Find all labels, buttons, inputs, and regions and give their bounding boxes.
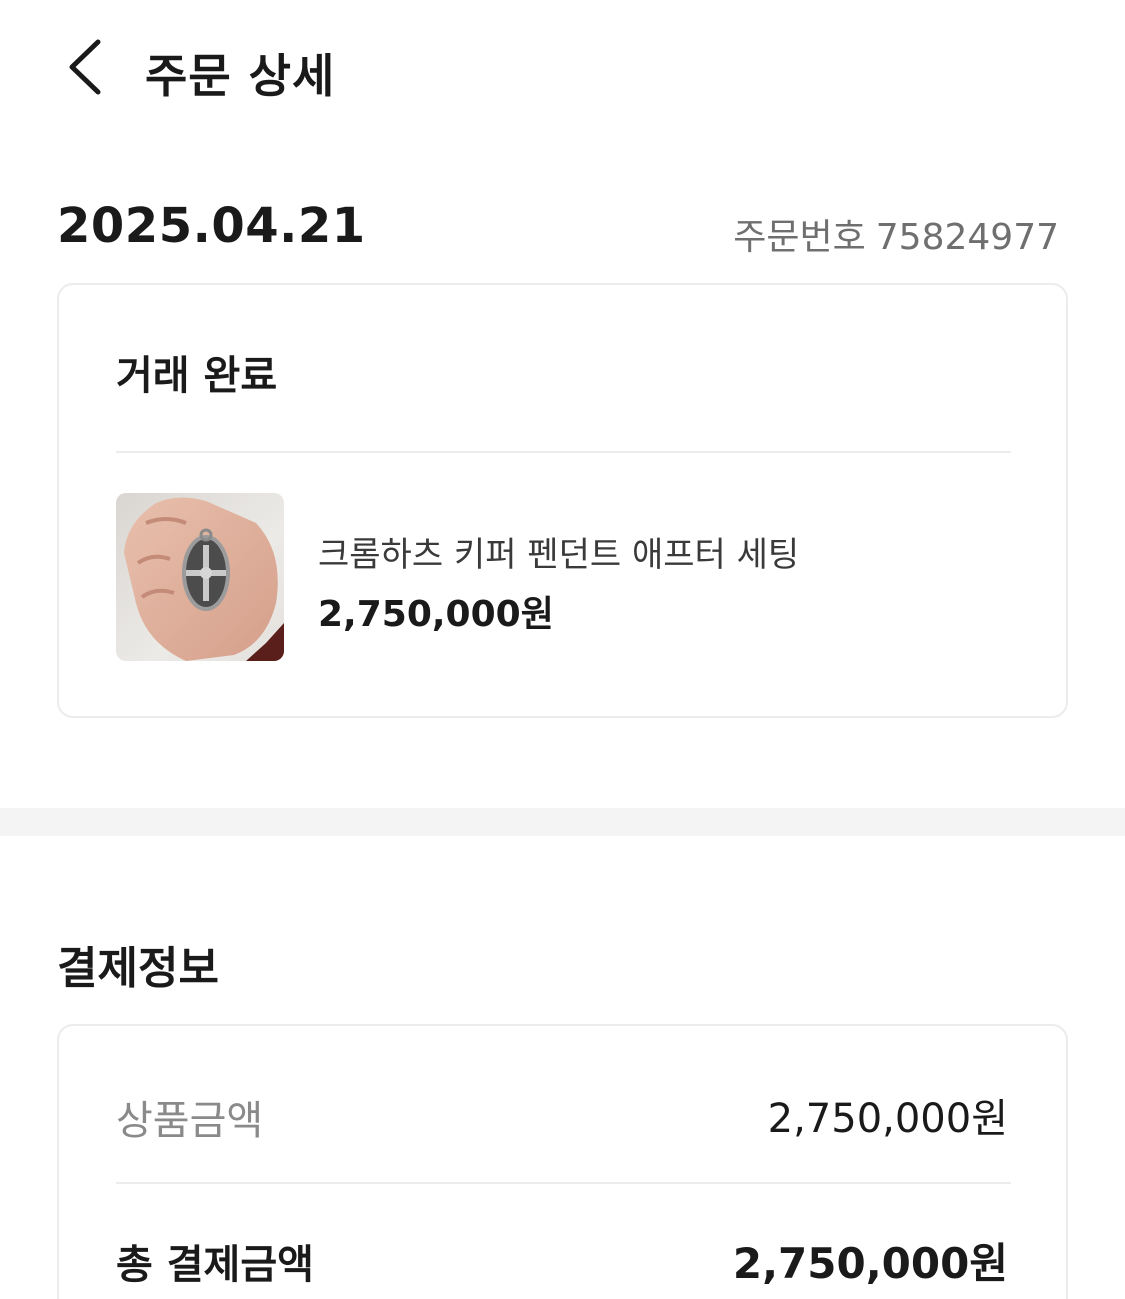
product-amount-value: 2,750,000원	[767, 1096, 1008, 1142]
order-date: 2025.04.21	[57, 198, 366, 254]
product-image[interactable]	[116, 493, 284, 661]
top-bar: 주문 상세	[0, 0, 1125, 140]
total-payment-value: 2,750,000원	[732, 1239, 1008, 1288]
product-amount-label: 상품금액	[116, 1098, 264, 1144]
order-status: 거래 완료	[116, 353, 278, 399]
total-payment-label: 총 결제금액	[116, 1242, 314, 1288]
page-title: 주문 상세	[145, 49, 336, 103]
payment-card: 상품금액 2,750,000원 총 결제금액 2,750,000원	[57, 1024, 1068, 1299]
order-detail-page: 주문 상세 2025.04.21 주문번호 75824977 거래 완료 크롬하…	[0, 0, 1125, 1299]
product-price: 2,750,000원	[318, 594, 554, 635]
section-separator	[0, 808, 1125, 836]
back-button[interactable]	[62, 36, 112, 98]
pendant-photo	[116, 493, 284, 661]
chevron-left-icon	[69, 39, 101, 95]
order-number-value: 75824977	[875, 217, 1059, 258]
product-name[interactable]: 크롬하츠 키퍼 펜던트 애프터 세팅	[318, 527, 799, 576]
order-number-label: 주문번호	[733, 217, 866, 258]
order-number: 주문번호 75824977	[733, 208, 1059, 260]
order-card[interactable]: 거래 완료 크롬하츠 키퍼 펜던트 애프터 세팅 2,750,000원	[57, 283, 1068, 718]
divider	[116, 1182, 1011, 1184]
divider	[116, 451, 1011, 453]
payment-section-title: 결제정보	[57, 943, 219, 994]
